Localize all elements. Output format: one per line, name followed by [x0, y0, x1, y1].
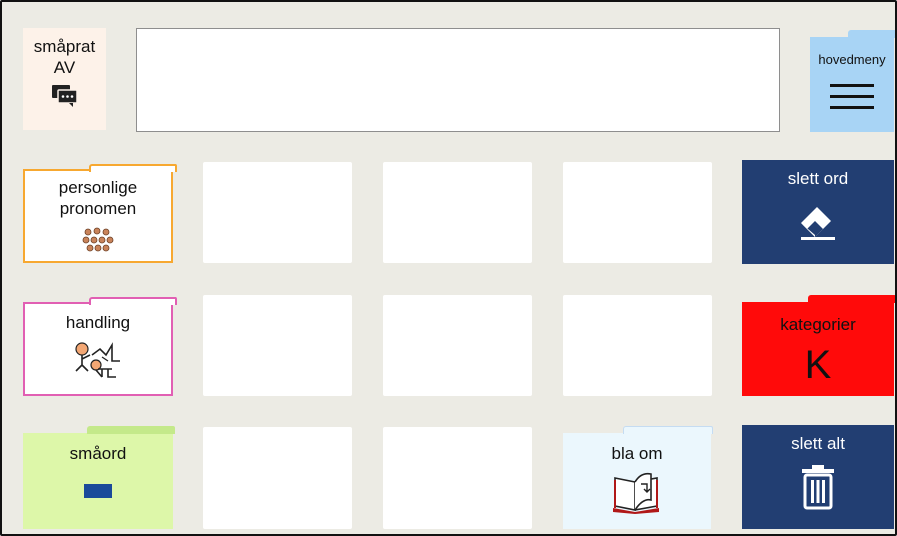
personlige-label: personlige: [58, 178, 138, 197]
trash-icon: [800, 464, 836, 510]
dash-icon: [84, 484, 112, 498]
empty-cell[interactable]: [383, 427, 532, 529]
eraser-icon: [793, 201, 843, 241]
folder-tab: [89, 164, 177, 172]
smaprat-label: småprat: [33, 37, 96, 56]
personlige-pronomen-folder[interactable]: personlige pronomen: [23, 164, 177, 263]
menu-icon: [828, 82, 876, 112]
smaprat-state: AV: [53, 58, 76, 77]
slett-alt-label: slett alt: [791, 434, 845, 453]
kategorier-letter: K: [804, 343, 832, 387]
slett-alt-button[interactable]: slett alt: [742, 425, 894, 529]
kategorier-folder[interactable]: kategorier K: [742, 295, 895, 396]
kategorier-label: kategorier: [780, 315, 856, 334]
empty-cell[interactable]: [563, 295, 712, 396]
aac-board: småprat AV hovedmeny personlige pronomen…: [0, 0, 897, 536]
slett-ord-label: slett ord: [787, 169, 849, 188]
empty-cell[interactable]: [203, 162, 352, 263]
bla-om-label: bla om: [611, 444, 663, 463]
empty-cell[interactable]: [383, 162, 532, 263]
smaprat-button[interactable]: småprat AV: [23, 28, 106, 130]
hovedmeny-button[interactable]: hovedmeny: [810, 30, 895, 132]
slett-ord-button[interactable]: slett ord: [742, 160, 894, 264]
handling-label: handling: [65, 313, 131, 332]
folder-tab: [89, 297, 177, 305]
speech-bubbles-icon: [51, 84, 79, 108]
empty-cell[interactable]: [563, 162, 712, 263]
action-figure-icon: [72, 341, 124, 379]
hovedmeny-label: hovedmeny: [818, 52, 886, 67]
message-bar[interactable]: [136, 28, 780, 132]
empty-cell[interactable]: [203, 295, 352, 396]
folder-tab: [87, 426, 175, 434]
folder-tab: [848, 30, 895, 38]
smaord-folder[interactable]: småord: [23, 426, 175, 529]
handling-folder[interactable]: handling: [23, 297, 177, 396]
empty-cell[interactable]: [203, 427, 352, 529]
folder-tab: [808, 295, 895, 303]
pronomen-label: pronomen: [59, 199, 137, 218]
empty-cell[interactable]: [383, 295, 532, 396]
book-page-turn-icon: [611, 470, 663, 514]
smaord-label: småord: [69, 444, 127, 463]
folder-tab: [623, 426, 713, 434]
bla-om-folder[interactable]: bla om: [563, 426, 713, 529]
people-icon: [81, 227, 115, 253]
